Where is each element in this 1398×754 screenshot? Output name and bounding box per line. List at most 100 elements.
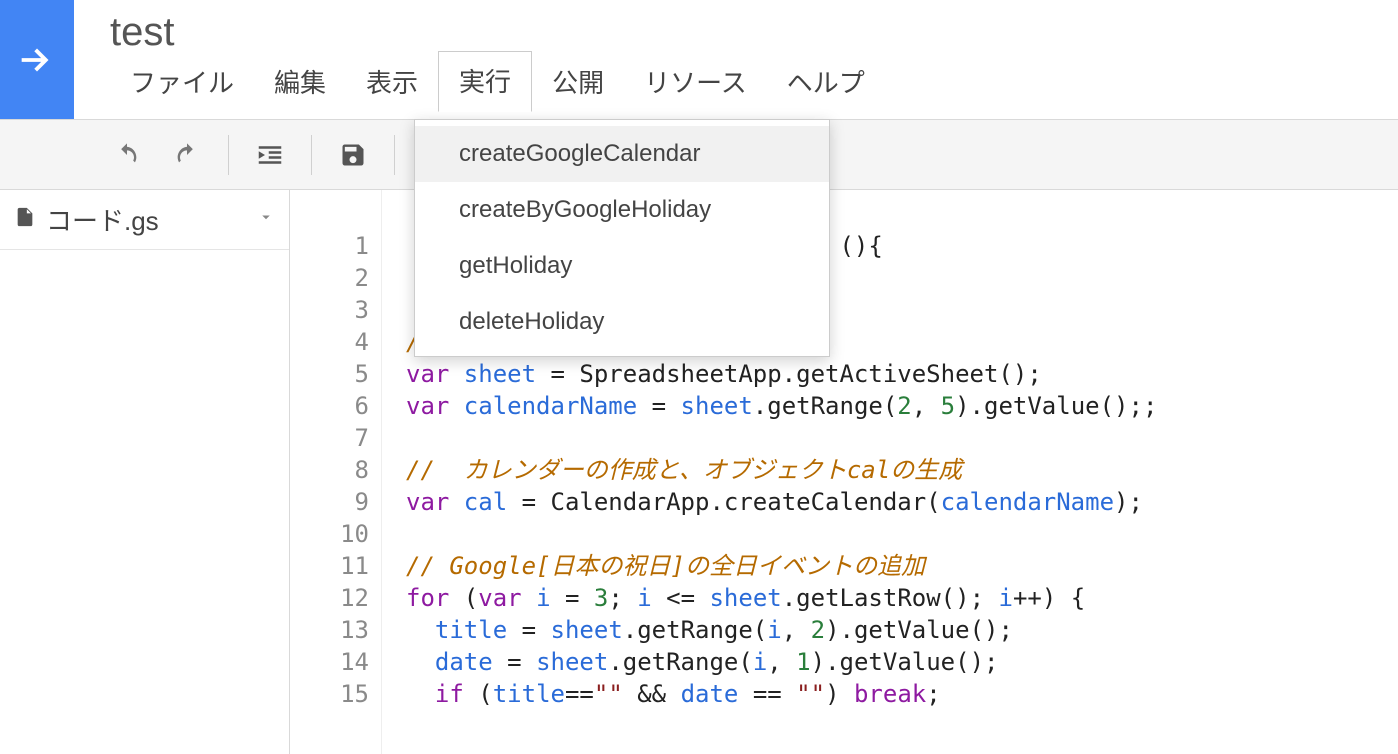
- line-number: 6: [290, 390, 369, 422]
- code-token: ,: [912, 392, 941, 420]
- file-row[interactable]: コード.gs: [0, 190, 289, 250]
- code-line[interactable]: title = sheet.getRange(i, 2).getValue();: [406, 614, 1398, 646]
- code-token: sheet: [709, 584, 781, 612]
- code-token: i: [998, 584, 1012, 612]
- code-line[interactable]: for (var i = 3; i <= sheet.getLastRow();…: [406, 582, 1398, 614]
- code-token: 3: [594, 584, 608, 612]
- save-icon: [339, 141, 367, 169]
- header-right: test ファイル 編集 表示 実行 公開 リソース ヘルプ: [74, 0, 1398, 119]
- indent-button[interactable]: [243, 132, 297, 178]
- code-token: var: [406, 392, 464, 420]
- code-token: title: [493, 680, 565, 708]
- code-token: .getRange(: [608, 648, 753, 676]
- menu-resources[interactable]: リソース: [624, 53, 767, 112]
- code-token: sheet: [464, 360, 536, 388]
- line-number: 15: [290, 678, 369, 710]
- menu-help[interactable]: ヘルプ: [767, 53, 885, 112]
- code-token: 2: [811, 616, 825, 644]
- code-token: = CalendarApp.createCalendar(: [507, 488, 940, 516]
- code-token: i: [767, 616, 781, 644]
- menu-view[interactable]: 表示: [346, 53, 438, 112]
- menubar: ファイル 編集 表示 実行 公開 リソース ヘルプ: [110, 56, 1398, 112]
- line-number: 2: [290, 262, 369, 294]
- code-token: sheet: [551, 616, 623, 644]
- menu-edit[interactable]: 編集: [254, 53, 346, 112]
- code-token: ==: [738, 680, 796, 708]
- code-token: 2: [897, 392, 911, 420]
- code-token: = SpreadsheetApp.getActiveSheet();: [536, 360, 1042, 388]
- run-dropdown: createGoogleCalendar createByGoogleHolid…: [414, 119, 830, 357]
- code-token: title: [435, 616, 507, 644]
- code-token: "": [796, 680, 825, 708]
- toolbar-separator: [394, 135, 395, 175]
- save-button[interactable]: [326, 132, 380, 178]
- code-token: cal: [464, 488, 507, 516]
- code-token: ,: [767, 648, 796, 676]
- code-line[interactable]: var calendarName = sheet.getRange(2, 5).…: [406, 390, 1398, 422]
- project-title[interactable]: test: [110, 0, 1398, 56]
- sidebar: コード.gs: [0, 190, 290, 754]
- code-token: var: [406, 360, 464, 388]
- code-token: ).getValue();: [811, 648, 999, 676]
- menu-run[interactable]: 実行: [438, 51, 532, 112]
- code-token: calendarName: [941, 488, 1114, 516]
- redo-button[interactable]: [160, 132, 214, 178]
- undo-button[interactable]: [100, 132, 154, 178]
- code-token: break: [854, 680, 926, 708]
- arrow-right-icon: [14, 37, 60, 83]
- code-token: 5: [941, 392, 955, 420]
- file-name: コード.gs: [46, 201, 257, 238]
- code-token: for: [406, 584, 449, 612]
- code-token: =: [637, 392, 680, 420]
- code-token: ;: [926, 680, 940, 708]
- code-line[interactable]: [406, 422, 1398, 454]
- code-token: 1: [796, 648, 810, 676]
- code-token: date: [435, 648, 493, 676]
- run-menu-item[interactable]: deleteHoliday: [415, 294, 829, 350]
- code-token: .getRange(: [623, 616, 768, 644]
- code-token: i: [536, 584, 550, 612]
- code-line[interactable]: // カレンダーの作成と、オブジェクトcalの生成: [406, 454, 1398, 486]
- code-line[interactable]: var sheet = SpreadsheetApp.getActiveShee…: [406, 358, 1398, 390]
- run-menu-item[interactable]: createByGoogleHoliday: [415, 182, 829, 238]
- code-token: &&: [623, 680, 681, 708]
- menu-publish[interactable]: 公開: [532, 53, 624, 112]
- line-number: 13: [290, 614, 369, 646]
- code-token: =: [493, 648, 536, 676]
- code-token: // カレンダーの作成と、オブジェクトcalの生成: [406, 456, 962, 484]
- code-token: [406, 616, 435, 644]
- line-number: 10: [290, 518, 369, 550]
- code-token: .getRange(: [753, 392, 898, 420]
- line-number: 1: [290, 230, 369, 262]
- code-token: var: [478, 584, 536, 612]
- line-number: 12: [290, 582, 369, 614]
- indent-icon: [255, 140, 285, 170]
- code-token: date: [681, 680, 739, 708]
- code-line[interactable]: [406, 518, 1398, 550]
- code-token: [406, 520, 420, 548]
- code-line[interactable]: date = sheet.getRange(i, 1).getValue();: [406, 646, 1398, 678]
- apps-script-logo: [0, 0, 74, 119]
- code-line[interactable]: var cal = CalendarApp.createCalendar(cal…: [406, 486, 1398, 518]
- code-token: ,: [782, 616, 811, 644]
- undo-icon: [113, 141, 141, 169]
- code-token: i: [753, 648, 767, 676]
- run-menu-item[interactable]: getHoliday: [415, 238, 829, 294]
- code-token: if: [435, 680, 464, 708]
- code-token: ==: [565, 680, 594, 708]
- code-token: "": [594, 680, 623, 708]
- run-menu-item[interactable]: createGoogleCalendar: [415, 126, 829, 182]
- code-line[interactable]: // Google[日本の祝日]の全日イベントの追加: [406, 550, 1398, 582]
- code-line[interactable]: if (title=="" && date == "") break;: [406, 678, 1398, 710]
- code-token: (: [449, 584, 478, 612]
- chevron-down-icon[interactable]: [257, 208, 275, 231]
- code-token: ).getValue();: [825, 616, 1013, 644]
- code-token: // Google[日本の祝日]の全日イベントの追加: [406, 552, 925, 580]
- code-token: calendarName: [464, 392, 637, 420]
- menu-file[interactable]: ファイル: [110, 53, 254, 112]
- toolbar-separator: [228, 135, 229, 175]
- code-token: .getLastRow();: [782, 584, 999, 612]
- code-token: (: [464, 680, 493, 708]
- line-number: 4: [290, 326, 369, 358]
- code-token: i: [637, 584, 651, 612]
